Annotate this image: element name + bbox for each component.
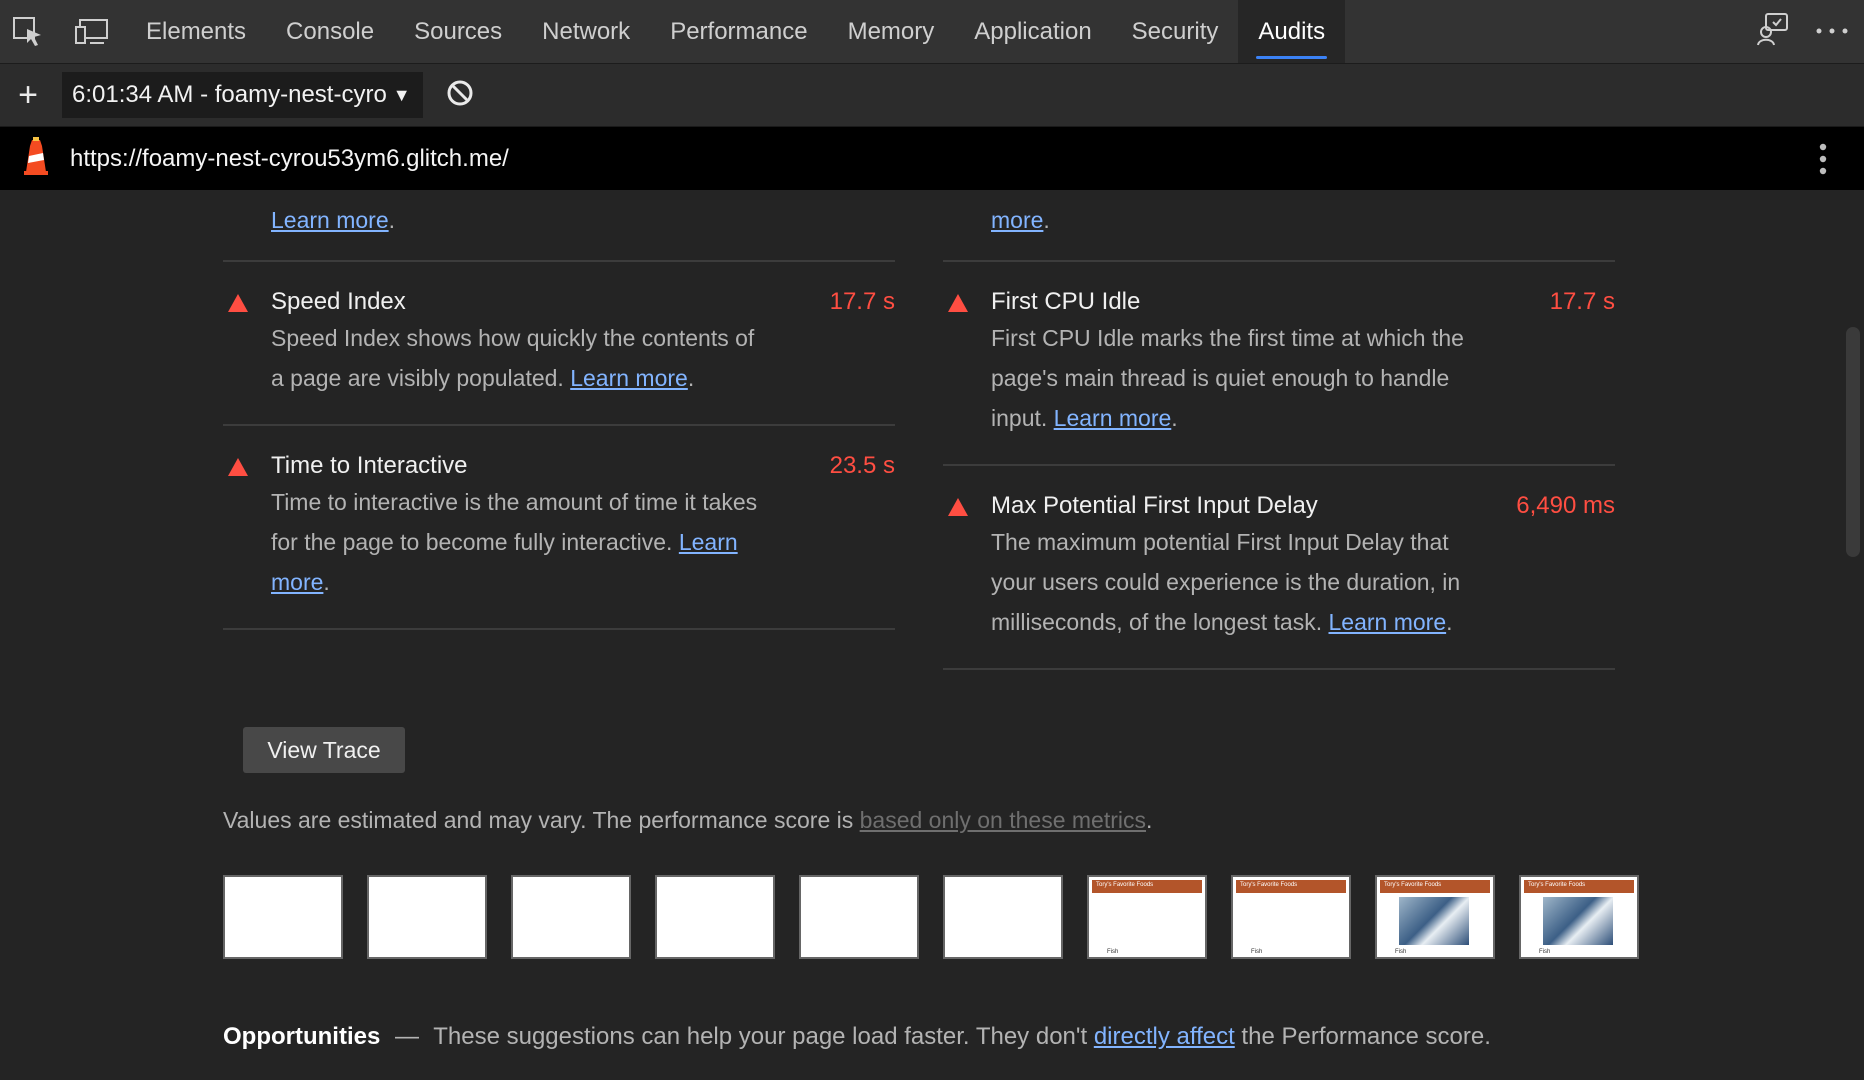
frame-caption: Fish: [1251, 949, 1263, 955]
tab-memory[interactable]: Memory: [828, 0, 955, 63]
filmstrip: Tory's Favorite Foods Fish Tory's Favorite…: [223, 875, 1639, 959]
fail-triangle-icon: [947, 497, 969, 522]
more-options-icon[interactable]: [1814, 23, 1850, 41]
metrics-column-left: Speed Index 17.7 s Speed Index shows how q…: [223, 260, 895, 630]
metrics-note: Values are estimated and may vary. The p…: [223, 807, 1152, 834]
inspect-element-icon[interactable]: [6, 10, 50, 54]
scoring-link[interactable]: based only on these metrics: [860, 807, 1146, 833]
opportunities-header: Opportunities — These suggestions can he…: [223, 1023, 1491, 1051]
frame-header: Tory's Favorite Foods: [1524, 880, 1634, 893]
audit-value: 23.5 s: [829, 452, 895, 479]
scrollbar[interactable]: [1842, 190, 1864, 1080]
new-audit-button[interactable]: +: [0, 78, 56, 112]
tab-network[interactable]: Network: [522, 0, 650, 63]
learn-more-link[interactable]: Learn more: [1054, 405, 1172, 431]
fail-triangle-icon: [947, 293, 969, 318]
audit-description: The maximum potential First Input Delay …: [991, 529, 1461, 635]
filmstrip-frame: Tory's Favorite Foods Fish: [1375, 875, 1495, 959]
frame-header: Tory's Favorite Foods: [1236, 880, 1346, 893]
tab-sources[interactable]: Sources: [394, 0, 522, 63]
directly-affect-link[interactable]: directly affect: [1094, 1023, 1235, 1050]
audit-description: First CPU Idle marks the first time at w…: [991, 325, 1464, 431]
divider: [223, 628, 895, 630]
learn-more-link[interactable]: Learn more: [570, 365, 688, 391]
filmstrip-frame: Tory's Favorite Foods Fish: [1231, 875, 1351, 959]
opportunities-description: These suggestions can help your page loa…: [433, 1023, 1094, 1050]
audits-toolbar: + 6:01:34 AM - foamy-nest-cyro ▼: [0, 64, 1864, 127]
panel-tabs: Elements Console Sources Network Performance…: [126, 0, 1346, 63]
tab-elements[interactable]: Elements: [126, 0, 266, 63]
audit-item: Max Potential First Input Delay 6,490 ms T…: [943, 464, 1615, 668]
scrollbar-thumb[interactable]: [1846, 327, 1860, 557]
report-content: Learn more. more. Speed Index 17.7 s Speed…: [0, 190, 1864, 1080]
opportunities-title: Opportunities: [223, 1023, 381, 1050]
tab-application[interactable]: Application: [954, 0, 1111, 63]
devtools-tab-bar: Elements Console Sources Network Performance…: [0, 0, 1864, 64]
metrics-column-right: First CPU Idle 17.7 s First CPU Idle marks…: [943, 260, 1615, 670]
metrics-note-text: Values are estimated and may vary. The p…: [223, 807, 860, 833]
frame-header-text: Tory's Favorite Foods: [1528, 882, 1586, 888]
audit-value: 6,490 ms: [1516, 492, 1615, 519]
clear-block-icon[interactable]: [445, 78, 475, 113]
report-menu-icon[interactable]: [1818, 143, 1828, 180]
frame-caption: Fish: [1395, 949, 1407, 955]
report-url-bar: https://foamy-nest-cyrou53ym6.glitch.me/: [0, 127, 1864, 190]
view-trace-button[interactable]: View Trace: [243, 727, 405, 773]
filmstrip-frame: [943, 875, 1063, 959]
filmstrip-frame: [511, 875, 631, 959]
opportunities-dash: —: [395, 1023, 419, 1050]
filmstrip-frame: Tory's Favorite Foods Fish: [1087, 875, 1207, 959]
filmstrip-frame: [367, 875, 487, 959]
metrics-note-end: .: [1146, 807, 1153, 833]
device-toolbar-icon[interactable]: [70, 10, 114, 54]
divider: [943, 668, 1615, 670]
audit-value: 17.7 s: [1549, 288, 1615, 315]
lighthouse-icon: [22, 136, 50, 181]
filmstrip-frame: [223, 875, 343, 959]
frame-fish-image: [1543, 897, 1613, 945]
tab-audits[interactable]: Audits: [1238, 0, 1346, 63]
tab-performance[interactable]: Performance: [650, 0, 827, 63]
frame-header-text: Tory's Favorite Foods: [1240, 882, 1298, 888]
filmstrip-frame: Tory's Favorite Foods Fish: [1519, 875, 1639, 959]
tab-security[interactable]: Security: [1112, 0, 1239, 63]
dropdown-caret-icon: ▼: [392, 84, 411, 105]
frame-header: Tory's Favorite Foods: [1092, 880, 1202, 893]
fail-triangle-icon: [227, 457, 249, 482]
learn-more-link[interactable]: Learn more: [1329, 609, 1447, 635]
audit-value: 17.7 s: [829, 288, 895, 315]
filmstrip-frame: [799, 875, 919, 959]
frame-header-text: Tory's Favorite Foods: [1384, 882, 1442, 888]
frame-caption: Fish: [1107, 949, 1119, 955]
frame-caption: Fish: [1539, 949, 1551, 955]
tab-console[interactable]: Console: [266, 0, 394, 63]
audit-description: Speed Index shows how quickly the conten…: [271, 325, 755, 391]
opportunities-end: the Performance score.: [1234, 1023, 1491, 1050]
audit-item: Speed Index 17.7 s Speed Index shows how q…: [223, 260, 895, 424]
audit-description: Time to interactive is the amount of tim…: [271, 489, 758, 595]
report-selector[interactable]: 6:01:34 AM - foamy-nest-cyro ▼: [62, 72, 423, 118]
frame-header-text: Tory's Favorite Foods: [1096, 882, 1154, 888]
learn-more-link[interactable]: more: [991, 207, 1043, 233]
frame-fish-image: [1399, 897, 1469, 945]
audit-item: Time to Interactive 23.5 s Time to interac…: [223, 424, 895, 628]
audit-title: Speed Index: [271, 288, 406, 315]
audit-title: Time to Interactive: [271, 452, 468, 479]
learn-more-link[interactable]: Learn more: [271, 207, 389, 233]
fail-triangle-icon: [227, 293, 249, 318]
audit-item: First CPU Idle 17.7 s First CPU Idle marks…: [943, 260, 1615, 464]
feedback-icon[interactable]: [1756, 12, 1790, 51]
audit-title: First CPU Idle: [991, 288, 1141, 315]
report-selector-label: 6:01:34 AM - foamy-nest-cyro: [72, 81, 387, 108]
report-url: https://foamy-nest-cyrou53ym6.glitch.me/: [70, 144, 509, 172]
filmstrip-frame: [655, 875, 775, 959]
frame-header: Tory's Favorite Foods: [1380, 880, 1490, 893]
